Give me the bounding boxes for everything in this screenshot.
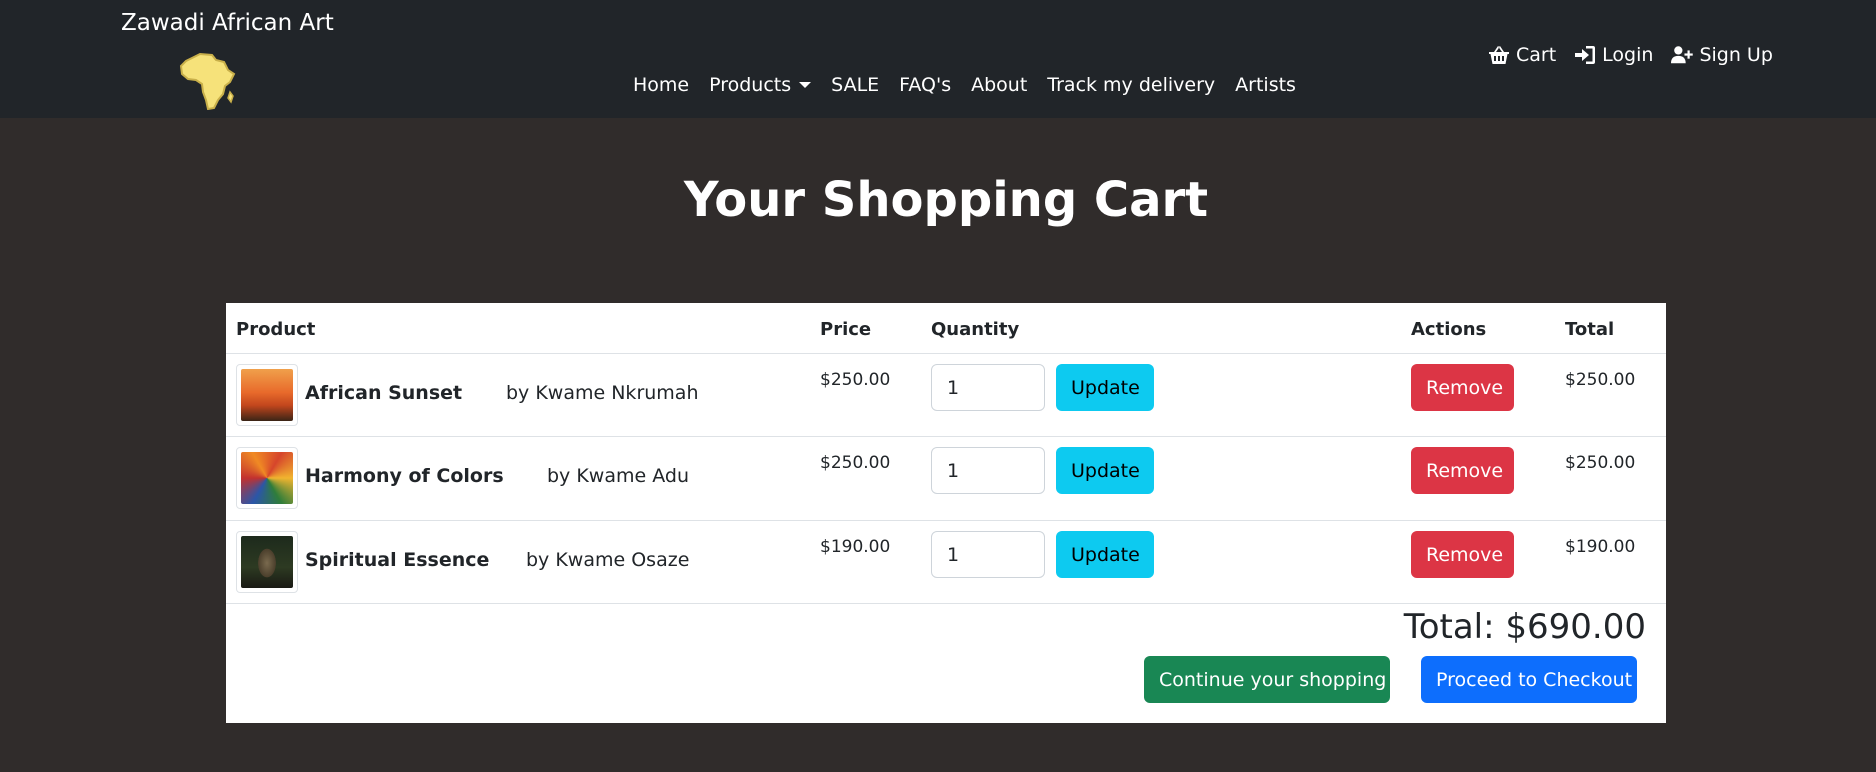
- nav-sale[interactable]: SALE: [821, 74, 889, 96]
- row-total: $190.00: [1565, 537, 1636, 557]
- account-nav: Cart Login Sign Up: [1488, 44, 1773, 66]
- login-icon: [1575, 46, 1596, 64]
- continue-shopping-button[interactable]: Continue your shopping: [1144, 656, 1390, 703]
- nav-home[interactable]: Home: [623, 74, 699, 96]
- user-plus-icon: [1671, 46, 1694, 64]
- remove-button[interactable]: Remove: [1411, 531, 1514, 578]
- row-divider: [226, 603, 1666, 604]
- cart-link[interactable]: Cart: [1488, 44, 1556, 66]
- product-thumbnail[interactable]: [236, 364, 298, 426]
- update-button[interactable]: Update: [1056, 447, 1154, 494]
- cart-label: Cart: [1516, 44, 1557, 66]
- login-label: Login: [1602, 44, 1654, 66]
- product-price: $250.00: [820, 370, 891, 390]
- nav-faqs[interactable]: FAQ's: [889, 74, 961, 96]
- table-row: Harmony of Colors by Kwame Adu $250.00 U…: [226, 437, 1666, 521]
- header-actions: Actions: [1411, 319, 1487, 340]
- header-product: Product: [236, 319, 316, 340]
- quantity-input[interactable]: [931, 531, 1045, 578]
- grand-total: Total: $690.00: [1403, 607, 1646, 647]
- product-thumbnail[interactable]: [236, 531, 298, 593]
- product-artist: by Kwame Osaze: [526, 549, 690, 571]
- remove-button[interactable]: Remove: [1411, 364, 1514, 411]
- quantity-input[interactable]: [931, 447, 1045, 494]
- update-button[interactable]: Update: [1056, 364, 1154, 411]
- remove-button[interactable]: Remove: [1411, 447, 1514, 494]
- carved-statue-image: [241, 536, 293, 588]
- row-total: $250.00: [1565, 370, 1636, 390]
- navbar: Zawadi African Art Home Products SALE FA…: [0, 0, 1876, 118]
- product-price: $250.00: [820, 453, 891, 473]
- product-name[interactable]: Harmony of Colors: [305, 465, 504, 487]
- brand-link[interactable]: Zawadi African Art: [121, 10, 334, 36]
- colorful-abstract-painting-image: [241, 452, 293, 504]
- product-name[interactable]: Spiritual Essence: [305, 549, 489, 571]
- nav-about[interactable]: About: [961, 74, 1037, 96]
- update-button[interactable]: Update: [1056, 531, 1154, 578]
- table-row: Spiritual Essence by Kwame Osaze $190.00…: [226, 521, 1666, 605]
- page-title: Your Shopping Cart: [683, 172, 1209, 228]
- product-artist: by Kwame Adu: [547, 465, 689, 487]
- caret-down-icon: [799, 82, 812, 88]
- sunset-painting-image: [241, 369, 293, 421]
- nav-track-delivery[interactable]: Track my delivery: [1037, 74, 1225, 96]
- africa-map-icon[interactable]: [178, 52, 240, 110]
- product-price: $190.00: [820, 537, 891, 557]
- header-total: Total: [1565, 319, 1615, 340]
- cart-table: Product Price Quantity Actions Total Afr…: [226, 303, 1666, 723]
- basket-icon: [1489, 46, 1509, 64]
- checkout-button[interactable]: Proceed to Checkout: [1421, 656, 1637, 703]
- signup-link[interactable]: Sign Up: [1671, 44, 1773, 66]
- header-price: Price: [820, 319, 872, 340]
- row-total: $250.00: [1565, 453, 1636, 473]
- nav-artists[interactable]: Artists: [1225, 74, 1306, 96]
- product-artist: by Kwame Nkrumah: [506, 382, 699, 404]
- product-name[interactable]: African Sunset: [305, 382, 462, 404]
- login-link[interactable]: Login: [1574, 44, 1653, 66]
- signup-label: Sign Up: [1699, 44, 1773, 66]
- product-thumbnail[interactable]: [236, 447, 298, 509]
- quantity-input[interactable]: [931, 364, 1045, 411]
- table-row: African Sunset by Kwame Nkrumah $250.00 …: [226, 354, 1666, 438]
- nav-products-dropdown[interactable]: Products: [699, 74, 821, 96]
- nav-products-label: Products: [709, 74, 792, 96]
- header-quantity: Quantity: [931, 319, 1020, 340]
